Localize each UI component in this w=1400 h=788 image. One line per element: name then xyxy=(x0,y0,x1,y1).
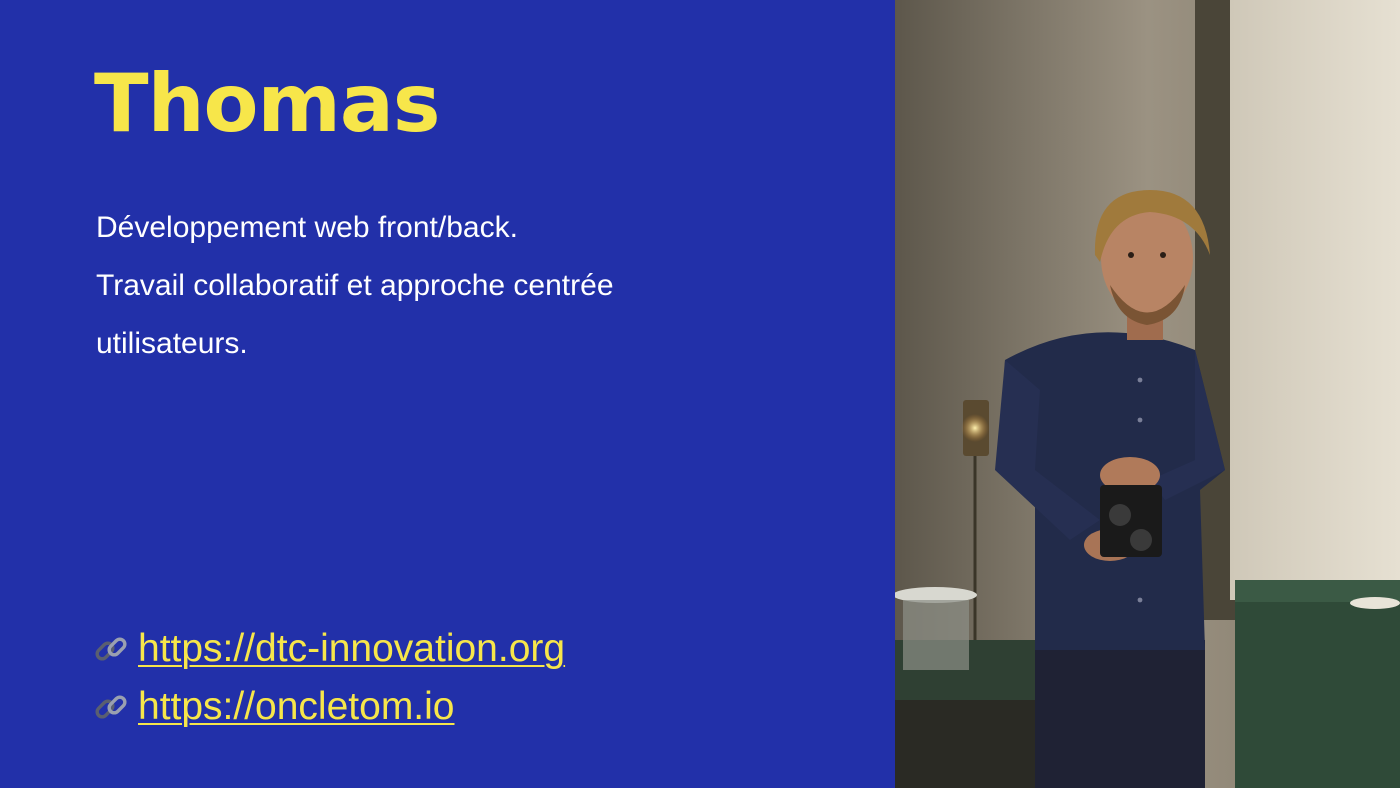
link-item: https://dtc-innovation.org xyxy=(92,620,565,678)
link-icon xyxy=(92,688,130,726)
description-line: Développement web front/back. xyxy=(96,211,518,244)
website-link-dtc[interactable]: https://dtc-innovation.org xyxy=(138,627,565,671)
slide: Thomas Développement web front/back. Tra… xyxy=(0,0,1400,788)
description-line: utilisateurs. xyxy=(96,327,248,360)
website-link-oncletom[interactable]: https://oncletom.io xyxy=(138,685,455,729)
link-item: https://oncletom.io xyxy=(92,678,565,736)
link-icon xyxy=(92,630,130,668)
speaker-description: Développement web front/back. Travail co… xyxy=(96,199,796,373)
description-line: Travail collaboratif et approche centrée xyxy=(96,269,614,302)
portrait-photo xyxy=(895,0,1400,788)
content-panel: Thomas Développement web front/back. Tra… xyxy=(0,0,895,788)
link-list: https://dtc-innovation.org https://oncle… xyxy=(92,620,565,736)
speaker-name: Thomas xyxy=(94,57,440,150)
